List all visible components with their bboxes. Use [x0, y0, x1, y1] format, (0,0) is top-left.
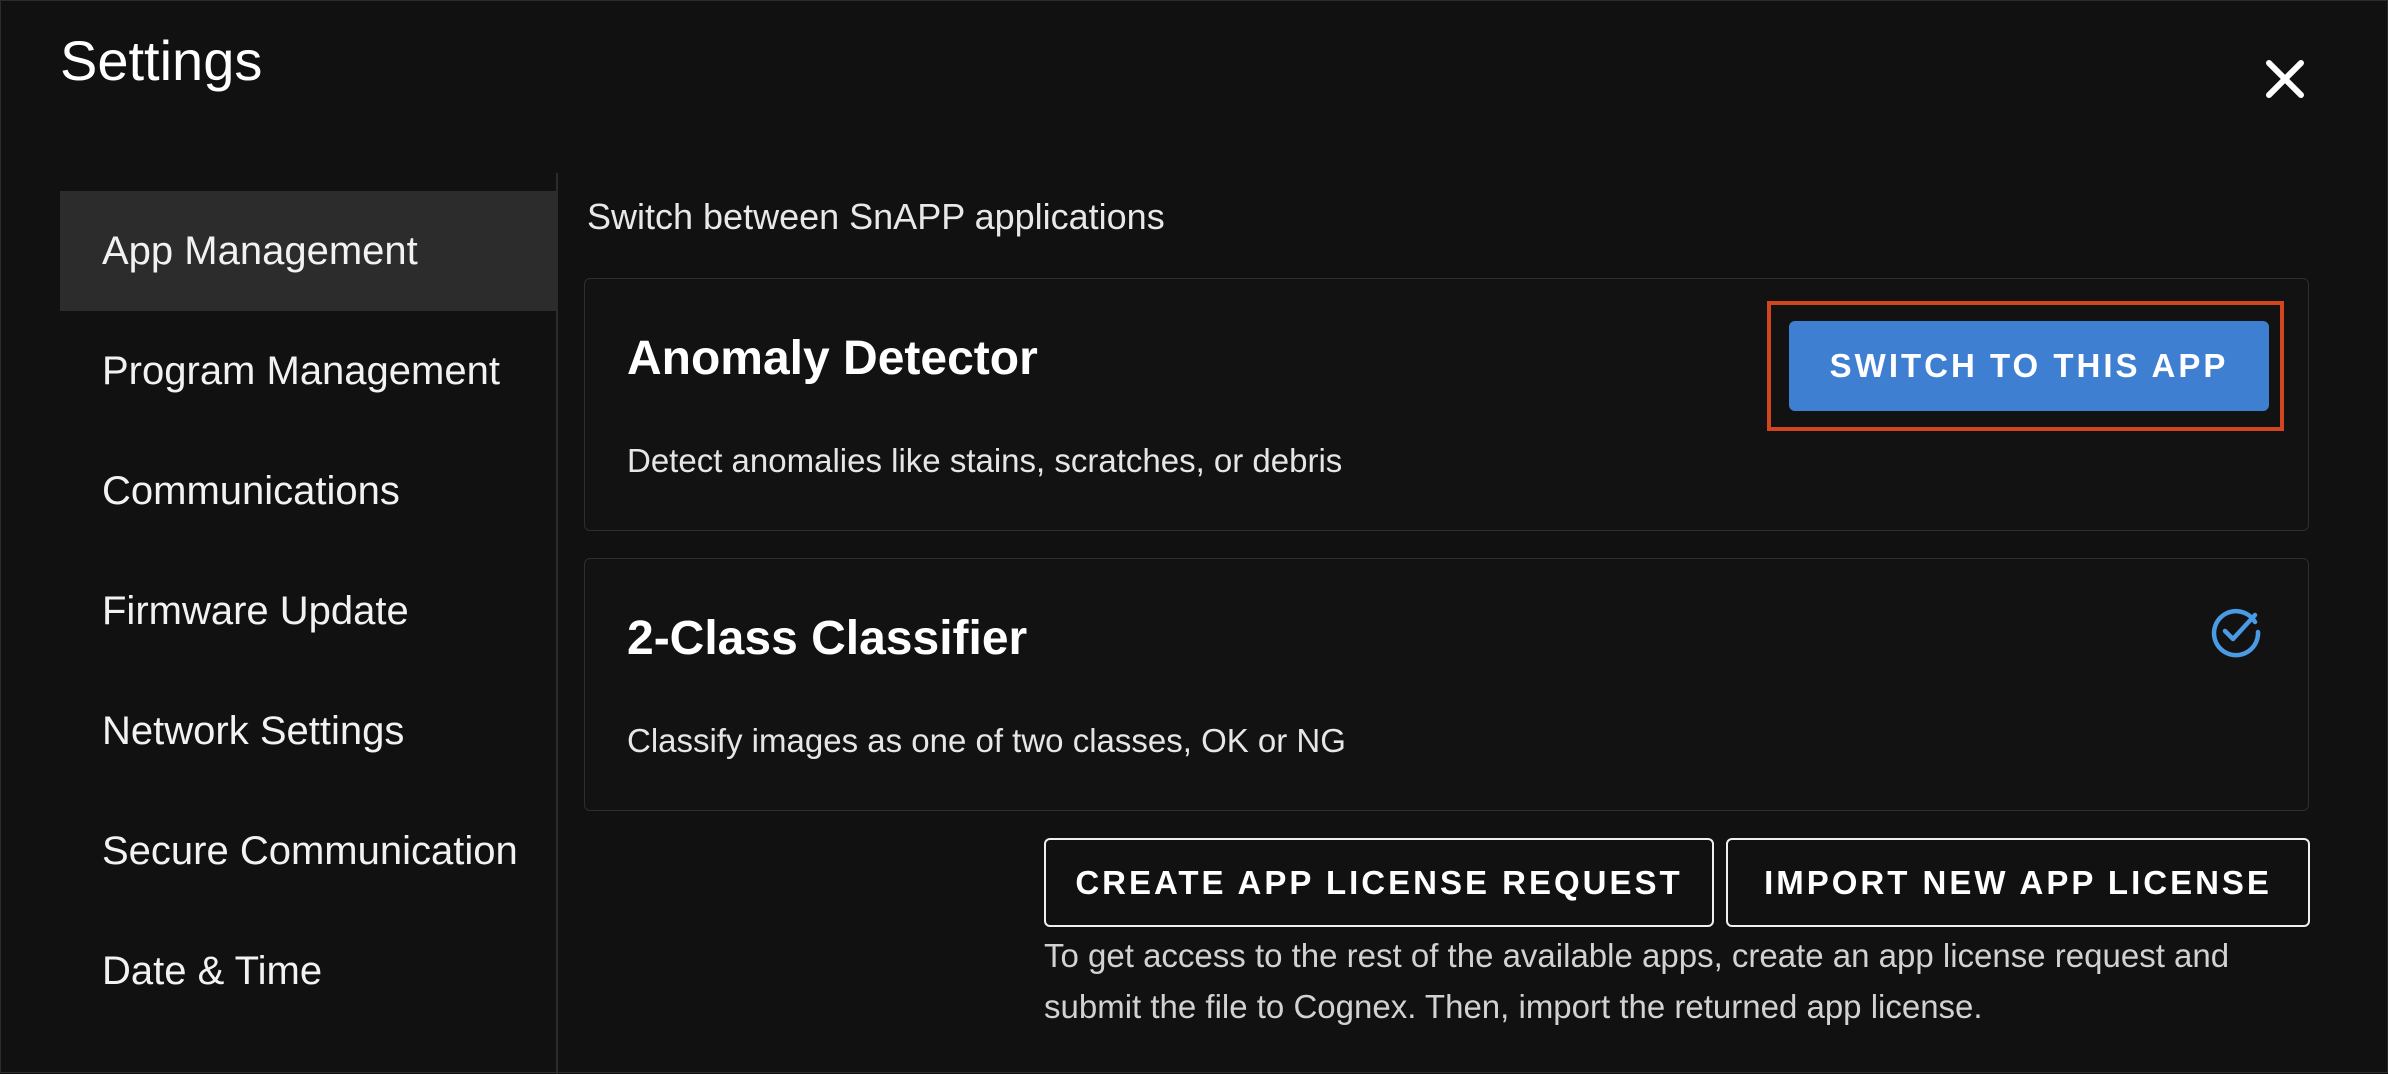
close-button[interactable]: [2249, 43, 2321, 115]
settings-sidebar: App Management Program Management Commun…: [60, 191, 557, 1031]
sidebar-item-label: Date & Time: [102, 948, 323, 993]
settings-dialog: Settings App Management Program Manageme…: [0, 0, 2388, 1074]
create-license-request-button[interactable]: CREATE APP LICENSE REQUEST: [1044, 838, 1714, 927]
app-card-anomaly-detector: Anomaly Detector SWITCH TO THIS APP Dete…: [584, 278, 2309, 531]
switch-to-app-button[interactable]: SWITCH TO THIS APP: [1789, 321, 2269, 411]
sidebar-item-secure-communication[interactable]: Secure Communication: [60, 791, 557, 911]
dialog-title: Settings: [60, 29, 263, 92]
license-help-text: To get access to the rest of the availab…: [1044, 937, 2230, 1025]
sidebar-item-firmware-update[interactable]: Firmware Update: [60, 551, 557, 671]
sidebar-item-label: Communications: [102, 468, 400, 513]
close-icon: [2266, 60, 2304, 98]
section-heading: Switch between SnAPP applications: [587, 196, 1165, 237]
sidebar-item-date-time[interactable]: Date & Time: [60, 911, 557, 1031]
app-title: Anomaly Detector: [627, 332, 1038, 385]
sidebar-item-app-management[interactable]: App Management: [60, 191, 557, 311]
check-circle-icon: [2211, 608, 2261, 658]
sidebar-item-program-management[interactable]: Program Management: [60, 311, 557, 431]
app-description: Detect anomalies like stains, scratches,…: [627, 442, 1343, 479]
sidebar-item-label: Network Settings: [102, 708, 405, 753]
sidebar-item-communications[interactable]: Communications: [60, 431, 557, 551]
import-license-button[interactable]: IMPORT NEW APP LICENSE: [1726, 838, 2310, 927]
sidebar-item-label: App Management: [102, 228, 418, 273]
app-card-2-class-classifier: 2-Class Classifier Classify images as on…: [584, 558, 2309, 811]
sidebar-divider: [556, 173, 558, 1074]
sidebar-item-network-settings[interactable]: Network Settings: [60, 671, 557, 791]
app-title: 2-Class Classifier: [627, 612, 1028, 665]
sidebar-item-label: Program Management: [102, 348, 500, 393]
sidebar-item-label: Firmware Update: [102, 588, 409, 633]
app-description: Classify images as one of two classes, O…: [627, 722, 1346, 759]
sidebar-item-label: Secure Communication: [102, 828, 518, 873]
